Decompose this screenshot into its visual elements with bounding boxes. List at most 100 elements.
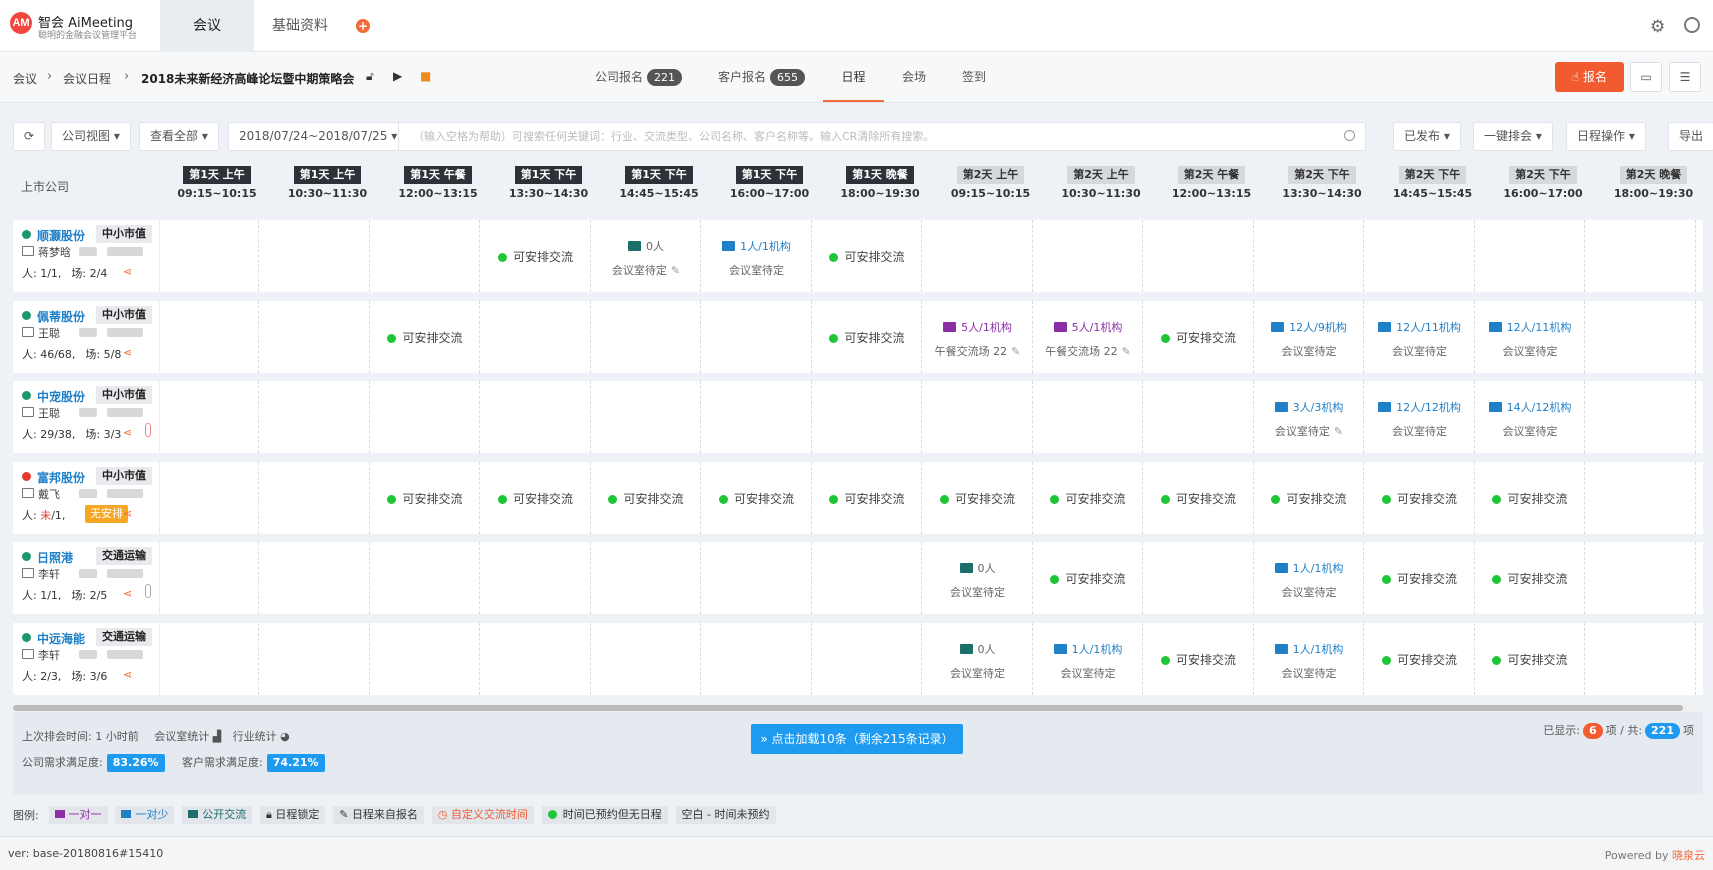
schedule-cell[interactable] bbox=[923, 381, 1033, 453]
schedule-cell[interactable] bbox=[1033, 220, 1143, 292]
meeting-slot[interactable]: 1人/1机构 会议室待定 bbox=[1254, 560, 1364, 600]
schedule-cell[interactable] bbox=[370, 220, 480, 292]
tab-company-registration[interactable]: 公司报名 221 bbox=[595, 52, 683, 102]
schedule-cell[interactable] bbox=[591, 542, 701, 614]
meeting-slot[interactable]: 0人 会议室待定 ✎ bbox=[591, 238, 701, 278]
schedule-cell[interactable]: 可安排交流 bbox=[1365, 461, 1475, 534]
schedule-cell[interactable] bbox=[923, 220, 1033, 292]
schedule-cell[interactable]: 可安排交流 bbox=[481, 220, 591, 292]
schedule-cell[interactable] bbox=[1365, 220, 1475, 292]
schedule-cell[interactable]: 可安排交流 bbox=[1475, 461, 1585, 534]
schedule-cell[interactable] bbox=[1254, 220, 1364, 292]
schedule-cell[interactable]: 12人/11机构 会议室待定 bbox=[1365, 300, 1475, 373]
schedule-cell[interactable] bbox=[370, 381, 480, 453]
company-name-link[interactable]: 日照港 bbox=[37, 549, 73, 566]
share-icon[interactable]: ⋖ bbox=[123, 587, 132, 600]
company-name-link[interactable]: 富邦股份 bbox=[37, 469, 85, 486]
schedule-cell[interactable] bbox=[1475, 220, 1585, 292]
meeting-slot[interactable]: 0人 会议室待定 bbox=[923, 560, 1033, 600]
schedule-cell[interactable]: 可安排交流 bbox=[1475, 622, 1585, 695]
company-name-link[interactable]: 顺灏股份 bbox=[37, 227, 85, 244]
schedule-cell[interactable] bbox=[1586, 220, 1696, 292]
published-dropdown[interactable]: 已发布 ▾ bbox=[1393, 122, 1461, 151]
schedule-cell[interactable] bbox=[1144, 381, 1254, 453]
schedule-cell[interactable]: 可安排交流 bbox=[812, 300, 922, 373]
company-name-link[interactable]: 中宠股份 bbox=[37, 388, 85, 405]
schedule-cell[interactable] bbox=[812, 381, 922, 453]
schedule-cell[interactable]: 可安排交流 bbox=[923, 461, 1033, 534]
unlock-icon[interactable]: 🔓︎ bbox=[366, 69, 374, 84]
meeting-slot[interactable]: 12人/9机构 会议室待定 bbox=[1254, 319, 1364, 359]
user-icon[interactable] bbox=[1684, 17, 1700, 33]
tab-venue[interactable]: 会场 bbox=[902, 52, 926, 102]
schedule-cell[interactable] bbox=[812, 542, 922, 614]
schedule-cell[interactable] bbox=[702, 381, 812, 453]
schedule-cell[interactable] bbox=[260, 622, 370, 695]
meeting-slot[interactable]: 1人/1机构 会议室待定 bbox=[1033, 641, 1143, 681]
export-button[interactable]: 导出 bbox=[1668, 122, 1713, 151]
schedule-cell[interactable] bbox=[481, 542, 591, 614]
industry-stats-link[interactable]: 行业统计 ◕ bbox=[233, 730, 290, 743]
schedule-cell[interactable]: 可安排交流 bbox=[370, 461, 480, 534]
schedule-cell[interactable] bbox=[149, 300, 259, 373]
meeting-slot[interactable]: 5人/1机构 午餐交流场 22 ✎ bbox=[923, 319, 1033, 359]
share-icon[interactable]: ⋖ bbox=[123, 346, 132, 359]
schedule-cell[interactable] bbox=[149, 220, 259, 292]
date-range-dropdown[interactable]: 2018/07/24~2018/07/25 ▾ bbox=[228, 122, 409, 151]
horizontal-scrollbar[interactable] bbox=[13, 705, 1703, 711]
schedule-cell[interactable]: 可安排交流 bbox=[702, 461, 812, 534]
monitor-button[interactable]: ▭ bbox=[1630, 62, 1662, 92]
schedule-cell[interactable]: 1人/1机构 会议室待定 bbox=[1254, 622, 1364, 695]
schedule-cell[interactable]: 12人/9机构 会议室待定 bbox=[1254, 300, 1364, 373]
add-nav-icon[interactable]: + bbox=[356, 19, 370, 33]
auto-arrange-dropdown[interactable]: 一键排会 ▾ bbox=[1473, 122, 1553, 151]
scrollbar-thumb[interactable] bbox=[13, 705, 1683, 711]
schedule-cell[interactable]: 可安排交流 bbox=[812, 461, 922, 534]
schedule-cell[interactable] bbox=[1586, 381, 1696, 453]
refresh-button[interactable]: ⟳ bbox=[13, 122, 45, 151]
schedule-ops-dropdown[interactable]: 日程操作 ▾ bbox=[1566, 122, 1646, 151]
schedule-cell[interactable] bbox=[591, 381, 701, 453]
schedule-cell[interactable] bbox=[370, 622, 480, 695]
schedule-cell[interactable]: 可安排交流 bbox=[812, 220, 922, 292]
search-input[interactable]: （输入空格为帮助）可搜索任何关键词：行业、交流类型、公司名称、客户名称等。输入C… bbox=[398, 122, 1366, 151]
schedule-cell[interactable] bbox=[149, 461, 259, 534]
nav-tab-meeting[interactable]: 会议 bbox=[160, 0, 254, 52]
schedule-cell[interactable]: 12人/12机构 会议室待定 bbox=[1365, 381, 1475, 453]
schedule-cell[interactable] bbox=[702, 622, 812, 695]
bookmark-icon[interactable]: ■ bbox=[420, 69, 431, 83]
schedule-cell[interactable] bbox=[149, 542, 259, 614]
schedule-cell[interactable] bbox=[1586, 461, 1696, 534]
schedule-cell[interactable]: 3人/3机构 会议室待定 ✎ bbox=[1254, 381, 1364, 453]
tab-checkin[interactable]: 签到 bbox=[962, 52, 986, 102]
schedule-cell[interactable]: 可安排交流 bbox=[1475, 542, 1585, 614]
schedule-cell[interactable]: 0人 会议室待定 ✎ bbox=[591, 220, 701, 292]
schedule-cell[interactable]: 1人/1机构 会议室待定 bbox=[1254, 542, 1364, 614]
settings-sliders-button[interactable]: ☰ bbox=[1669, 62, 1701, 92]
meeting-slot[interactable]: 1人/1机构 会议室待定 bbox=[1254, 641, 1364, 681]
schedule-cell[interactable]: 0人 会议室待定 bbox=[923, 542, 1033, 614]
meeting-slot[interactable]: 12人/11机构 会议室待定 bbox=[1365, 319, 1475, 359]
register-button[interactable]: ☝ 报名 bbox=[1555, 62, 1624, 92]
schedule-cell[interactable]: 可安排交流 bbox=[1144, 300, 1254, 373]
meeting-slot[interactable]: 3人/3机构 会议室待定 ✎ bbox=[1254, 399, 1364, 439]
schedule-cell[interactable] bbox=[481, 381, 591, 453]
tab-client-registration[interactable]: 客户报名 655 bbox=[718, 52, 806, 102]
schedule-cell[interactable] bbox=[1033, 381, 1143, 453]
schedule-cell[interactable]: 1人/1机构 会议室待定 bbox=[1033, 622, 1143, 695]
schedule-cell[interactable] bbox=[812, 622, 922, 695]
tab-schedule[interactable]: 日程 bbox=[823, 52, 884, 102]
meeting-slot[interactable]: 12人/12机构 会议室待定 bbox=[1365, 399, 1475, 439]
schedule-cell[interactable]: 可安排交流 bbox=[370, 300, 480, 373]
room-stats-link[interactable]: 会议室统计 ▟ bbox=[154, 730, 221, 743]
schedule-cell[interactable]: 5人/1机构 午餐交流场 22 ✎ bbox=[1033, 300, 1143, 373]
meeting-slot[interactable]: 5人/1机构 午餐交流场 22 ✎ bbox=[1033, 319, 1143, 359]
schedule-cell[interactable]: 可安排交流 bbox=[1033, 461, 1143, 534]
schedule-cell[interactable] bbox=[591, 622, 701, 695]
schedule-cell[interactable]: 可安排交流 bbox=[1144, 622, 1254, 695]
schedule-cell[interactable] bbox=[260, 300, 370, 373]
breadcrumb-schedule[interactable]: 会议日程 bbox=[63, 70, 111, 87]
gear-icon[interactable]: ⚙ bbox=[1650, 17, 1665, 37]
schedule-cell[interactable] bbox=[370, 542, 480, 614]
schedule-cell[interactable] bbox=[149, 622, 259, 695]
